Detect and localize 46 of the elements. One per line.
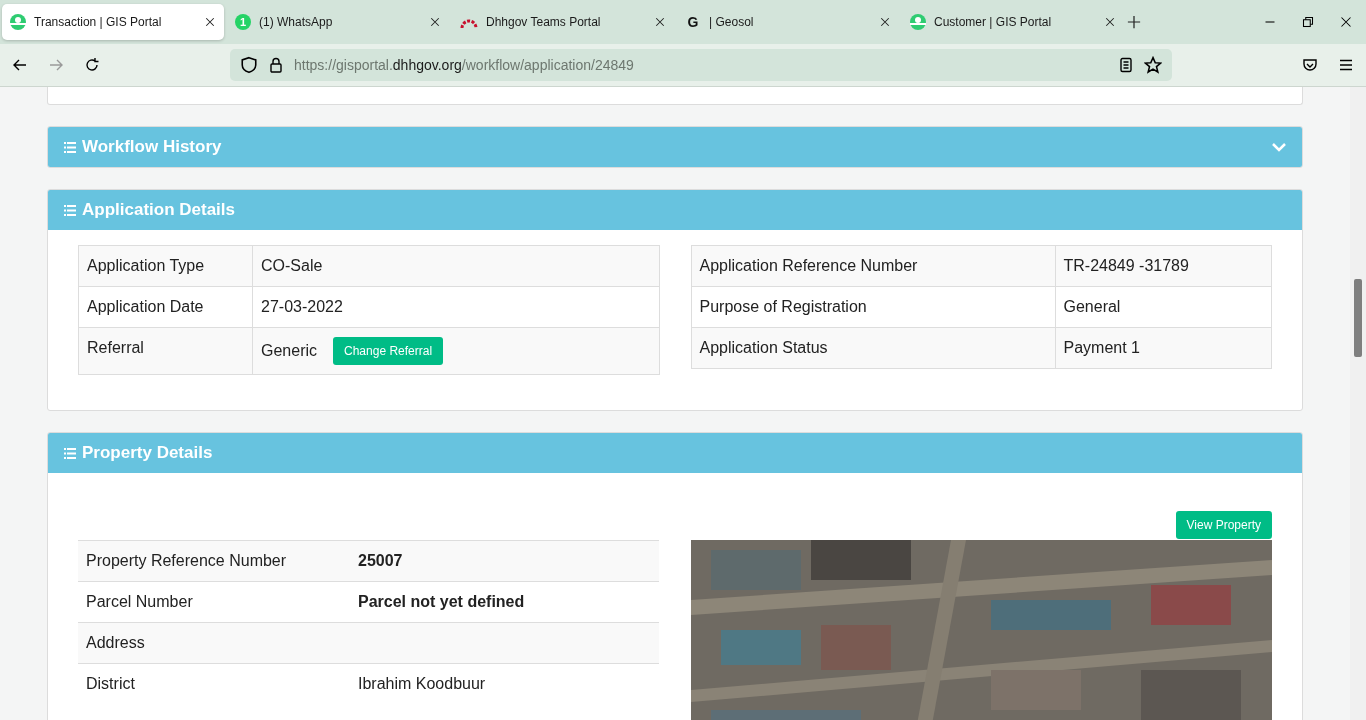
back-arrow-icon[interactable] — [12, 57, 28, 73]
label-cell-text: Property Reference Number — [85, 551, 288, 571]
address-bar[interactable]: https://gisportal.dhhgov.org/workflow/application/24849 — [230, 49, 1172, 81]
globe-logo-icon — [910, 14, 926, 30]
restore-icon[interactable] — [1302, 16, 1314, 28]
plus-icon[interactable] — [1127, 15, 1141, 29]
value-cell-text: Parcel not yet defined — [357, 592, 526, 612]
label-cell: Referral — [79, 328, 253, 374]
browser-tab[interactable]: G | Geosol — [677, 4, 899, 40]
label-cell-text: Parcel Number — [85, 592, 194, 612]
close-icon[interactable] — [654, 16, 666, 28]
value-cell-text: Payment 1 — [1062, 338, 1141, 358]
value-cell-text: CO-Sale — [260, 256, 324, 276]
close-icon[interactable] — [429, 16, 441, 28]
browser-tab[interactable]: 1 (1) WhatsApp — [227, 4, 449, 40]
value-cell-text: Ibrahim Koodbuur — [357, 674, 487, 694]
star-icon[interactable] — [1144, 56, 1162, 74]
reader-view-icon[interactable] — [1118, 57, 1134, 73]
close-icon[interactable] — [1104, 16, 1116, 28]
list-icon — [64, 141, 76, 153]
value-cell-text: 27-03-2022 — [260, 297, 344, 317]
chevron-down-icon — [1272, 142, 1286, 152]
globe-logo-icon — [10, 14, 26, 30]
label-cell: Application Status — [691, 328, 1056, 368]
pocket-icon[interactable] — [1302, 57, 1318, 73]
list-icon — [64, 204, 76, 216]
close-icon[interactable] — [204, 16, 216, 28]
browser-tab[interactable]: Dhhgov Teams Portal — [452, 4, 674, 40]
lock-icon[interactable] — [268, 57, 284, 73]
label-cell-text: Address — [85, 633, 146, 653]
whatsapp-badge-icon: 1 — [235, 14, 251, 30]
menu-icon[interactable] — [1338, 57, 1354, 73]
close-icon[interactable] — [879, 16, 891, 28]
browser-tab[interactable]: Transaction | GIS Portal — [2, 4, 224, 40]
shield-icon[interactable] — [240, 56, 258, 74]
label-cell-text: District — [85, 674, 136, 694]
browser-tab[interactable]: Customer | GIS Portal — [902, 4, 1124, 40]
scrollbar-thumb[interactable] — [1354, 279, 1362, 357]
value-cell-text: TR-24849 -31789 — [1062, 256, 1190, 276]
geosol-logo-icon: G — [685, 14, 701, 30]
list-icon — [64, 447, 76, 459]
value-cell-text: General — [1062, 297, 1122, 317]
close-icon[interactable] — [1340, 16, 1352, 28]
value-text: Generic — [261, 342, 318, 360]
value-cell-text: 25007 — [357, 551, 404, 571]
reload-icon[interactable] — [84, 57, 100, 73]
